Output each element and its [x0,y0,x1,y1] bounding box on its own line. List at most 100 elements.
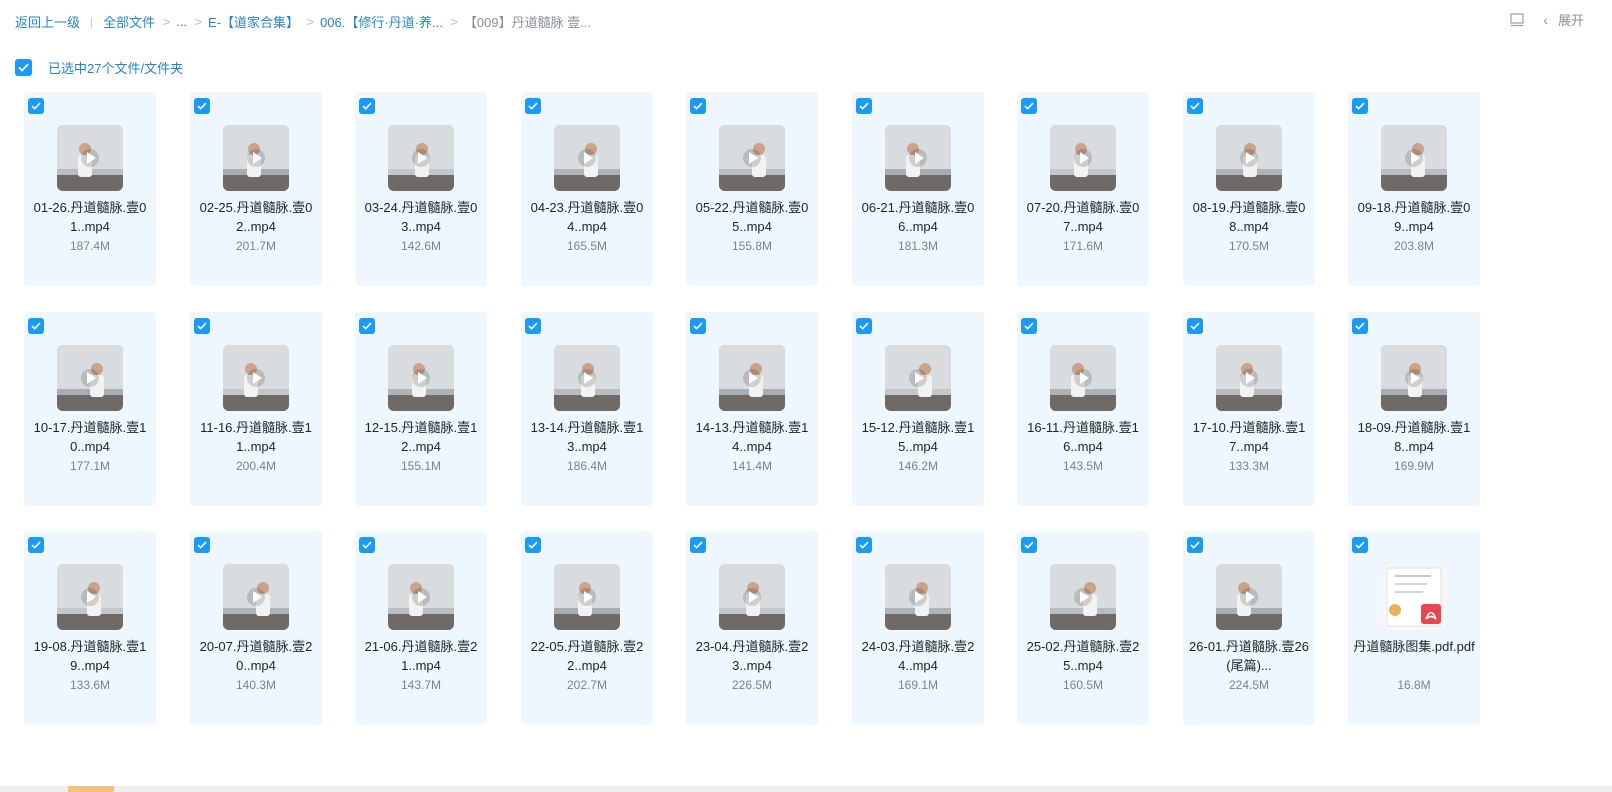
video-thumbnail[interactable] [1216,345,1282,411]
file-card[interactable]: 21-06.丹道髓脉.壹21..mp4 143.7M [355,531,487,725]
file-card[interactable]: 26-01.丹道髓脉.壹26(尾篇)... 224.5M [1183,531,1315,725]
file-name[interactable]: 14-13.丹道髓脉.壹14..mp4 [690,418,814,456]
file-checkbox[interactable] [525,537,541,553]
file-name[interactable]: 18-09.丹道髓脉.壹18..mp4 [1352,418,1476,456]
back-link[interactable]: 返回上一级 [15,12,80,31]
file-checkbox[interactable] [525,98,541,114]
video-thumbnail[interactable] [223,345,289,411]
file-card[interactable]: 03-24.丹道髓脉.壹03..mp4 142.6M [355,92,487,286]
video-thumbnail[interactable] [57,564,123,630]
file-checkbox[interactable] [1187,537,1203,553]
file-name[interactable]: 12-15.丹道髓脉.壹12..mp4 [359,418,483,456]
video-thumbnail[interactable] [554,125,620,191]
file-name[interactable]: 07-20.丹道髓脉.壹07..mp4 [1021,198,1145,236]
file-checkbox[interactable] [1352,537,1368,553]
file-checkbox[interactable] [690,318,706,334]
file-checkbox[interactable] [1187,98,1203,114]
video-thumbnail[interactable] [719,345,785,411]
video-thumbnail[interactable] [1216,125,1282,191]
pdf-thumbnail[interactable] [1381,564,1447,630]
select-all-checkbox[interactable] [15,59,32,76]
video-thumbnail[interactable] [388,125,454,191]
file-name[interactable]: 11-16.丹道髓脉.壹11..mp4 [194,418,318,456]
file-card[interactable]: 25-02.丹道髓脉.壹25..mp4 160.5M [1017,531,1149,725]
file-card[interactable]: 17-10.丹道髓脉.壹17..mp4 133.3M [1183,312,1315,506]
file-checkbox[interactable] [28,537,44,553]
file-checkbox[interactable] [690,98,706,114]
file-card[interactable]: 16-11.丹道髓脉.壹16..mp4 143.5M [1017,312,1149,506]
video-thumbnail[interactable] [719,564,785,630]
video-thumbnail[interactable] [1216,564,1282,630]
file-card[interactable]: 06-21.丹道髓脉.壹06..mp4 181.3M [852,92,984,286]
file-name[interactable]: 19-08.丹道髓脉.壹19..mp4 [28,637,152,675]
file-card[interactable]: 07-20.丹道髓脉.壹07..mp4 171.6M [1017,92,1149,286]
file-name[interactable]: 05-22.丹道髓脉.壹05..mp4 [690,198,814,236]
file-checkbox[interactable] [28,98,44,114]
file-name[interactable]: 22-05.丹道髓脉.壹22..mp4 [525,637,649,675]
file-name[interactable]: 04-23.丹道髓脉.壹04..mp4 [525,198,649,236]
scrollbar-thumb[interactable] [68,786,114,792]
file-checkbox[interactable] [1352,98,1368,114]
video-thumbnail[interactable] [554,345,620,411]
horizontal-scrollbar[interactable] [0,786,1612,792]
video-thumbnail[interactable] [388,564,454,630]
file-name[interactable]: 13-14.丹道髓脉.壹13..mp4 [525,418,649,456]
file-name[interactable]: 01-26.丹道髓脉.壹01..mp4 [28,198,152,236]
file-name[interactable]: 丹道髓脉图集.pdf.pdf [1352,637,1476,656]
breadcrumb-folder-e[interactable]: E-【道家合集】 [208,12,299,31]
layout-toggle-icon[interactable] [1509,12,1525,28]
file-checkbox[interactable] [525,318,541,334]
file-checkbox[interactable] [1187,318,1203,334]
file-name[interactable]: 23-04.丹道髓脉.壹23..mp4 [690,637,814,675]
file-card[interactable]: 02-25.丹道髓脉.壹02..mp4 201.7M [190,92,322,286]
file-checkbox[interactable] [194,318,210,334]
file-name[interactable]: 20-07.丹道髓脉.壹20..mp4 [194,637,318,675]
video-thumbnail[interactable] [57,125,123,191]
file-card[interactable]: 12-15.丹道髓脉.壹12..mp4 155.1M [355,312,487,506]
video-thumbnail[interactable] [1381,125,1447,191]
file-name[interactable]: 10-17.丹道髓脉.壹10..mp4 [28,418,152,456]
file-checkbox[interactable] [359,318,375,334]
video-thumbnail[interactable] [223,564,289,630]
video-thumbnail[interactable] [1050,125,1116,191]
file-card[interactable]: 01-26.丹道髓脉.壹01..mp4 187.4M [24,92,156,286]
file-card[interactable]: 22-05.丹道髓脉.壹22..mp4 202.7M [521,531,653,725]
file-checkbox[interactable] [856,98,872,114]
file-name[interactable]: 16-11.丹道髓脉.壹16..mp4 [1021,418,1145,456]
file-checkbox[interactable] [856,318,872,334]
file-card[interactable]: 20-07.丹道髓脉.壹20..mp4 140.3M [190,531,322,725]
file-card[interactable]: 05-22.丹道髓脉.壹05..mp4 155.8M [686,92,818,286]
file-name[interactable]: 06-21.丹道髓脉.壹06..mp4 [856,198,980,236]
file-card[interactable]: 23-04.丹道髓脉.壹23..mp4 226.5M [686,531,818,725]
file-checkbox[interactable] [359,537,375,553]
file-card[interactable]: 09-18.丹道髓脉.壹09..mp4 203.8M [1348,92,1480,286]
video-thumbnail[interactable] [388,345,454,411]
file-card[interactable]: 08-19.丹道髓脉.壹08..mp4 170.5M [1183,92,1315,286]
file-name[interactable]: 24-03.丹道髓脉.壹24..mp4 [856,637,980,675]
breadcrumb-ellipsis[interactable]: ... [176,14,187,29]
file-checkbox[interactable] [1352,318,1368,334]
video-thumbnail[interactable] [1050,345,1116,411]
file-name[interactable]: 15-12.丹道髓脉.壹15..mp4 [856,418,980,456]
file-checkbox[interactable] [1021,537,1037,553]
breadcrumb-folder-006[interactable]: 006.【修行·丹道·养... [320,12,443,31]
file-checkbox[interactable] [359,98,375,114]
video-thumbnail[interactable] [885,345,951,411]
video-thumbnail[interactable] [719,125,785,191]
file-card[interactable]: 10-17.丹道髓脉.壹10..mp4 177.1M [24,312,156,506]
file-card[interactable]: 丹道髓脉图集.pdf.pdf 16.8M [1348,531,1480,725]
file-card[interactable]: 18-09.丹道髓脉.壹18..mp4 169.9M [1348,312,1480,506]
file-card[interactable]: 13-14.丹道髓脉.壹13..mp4 186.4M [521,312,653,506]
video-thumbnail[interactable] [57,345,123,411]
file-checkbox[interactable] [1021,98,1037,114]
file-name[interactable]: 02-25.丹道髓脉.壹02..mp4 [194,198,318,236]
file-checkbox[interactable] [194,537,210,553]
file-name[interactable]: 25-02.丹道髓脉.壹25..mp4 [1021,637,1145,675]
file-name[interactable]: 21-06.丹道髓脉.壹21..mp4 [359,637,483,675]
expand-button[interactable]: ‹ 展开 [1543,10,1584,29]
file-name[interactable]: 08-19.丹道髓脉.壹08..mp4 [1187,198,1311,236]
video-thumbnail[interactable] [885,564,951,630]
file-card[interactable]: 19-08.丹道髓脉.壹19..mp4 133.6M [24,531,156,725]
file-checkbox[interactable] [194,98,210,114]
file-name[interactable]: 03-24.丹道髓脉.壹03..mp4 [359,198,483,236]
